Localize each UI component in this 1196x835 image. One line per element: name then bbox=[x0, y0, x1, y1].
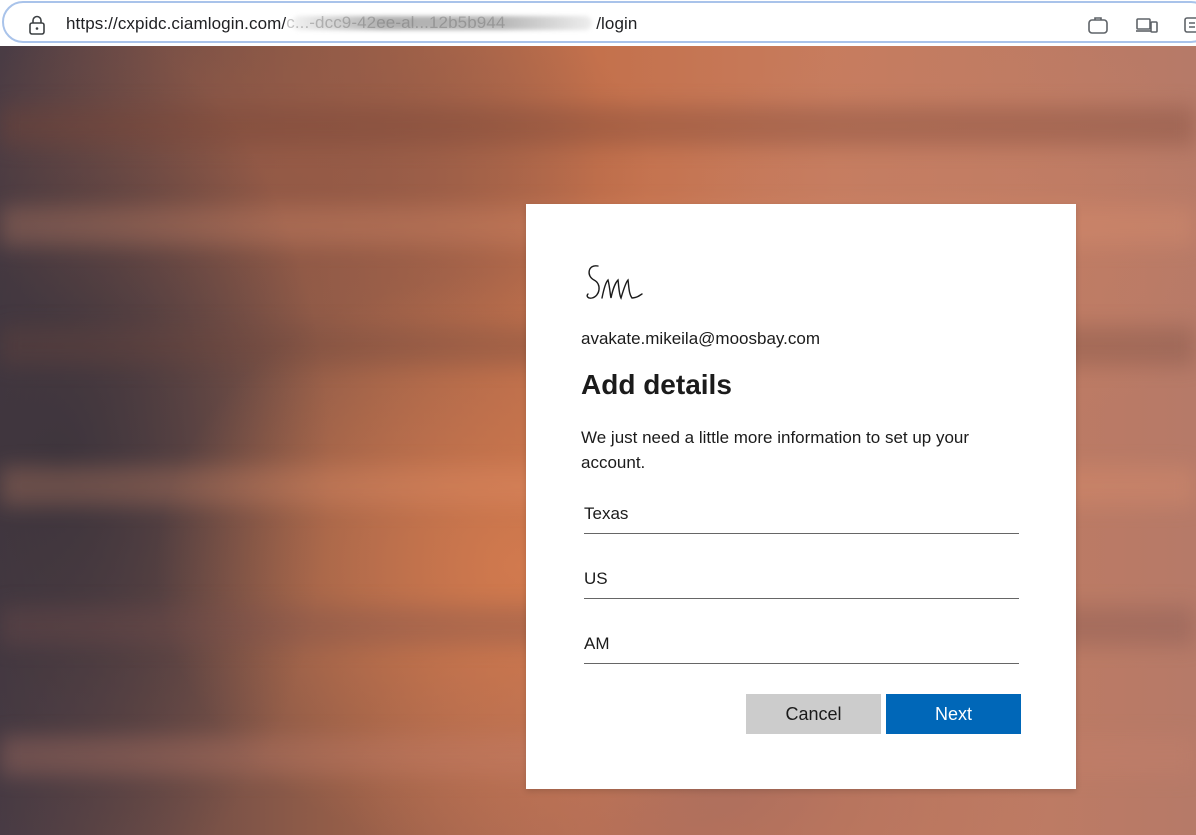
extensions-icon[interactable] bbox=[1184, 15, 1196, 35]
company-logo: Sm bbox=[584, 258, 643, 300]
initials-input[interactable] bbox=[584, 630, 1019, 664]
cancel-button[interactable]: Cancel bbox=[746, 694, 881, 734]
briefcase-icon[interactable] bbox=[1087, 15, 1109, 35]
page-title: Add details bbox=[581, 369, 732, 400]
address-bar[interactable]: https://cxpidc.ciamlogin.com/c...-dcc9-4… bbox=[2, 1, 1196, 43]
country-input[interactable] bbox=[584, 565, 1019, 599]
url-text[interactable]: https://cxpidc.ciamlogin.com/c...-dcc9-4… bbox=[66, 13, 638, 34]
url-redacted: c...-dcc9-42ee-al...12b5b944 bbox=[286, 13, 596, 32]
next-button[interactable]: Next bbox=[886, 694, 1021, 734]
state-input[interactable] bbox=[584, 500, 1019, 534]
url-path: /login bbox=[596, 14, 638, 33]
url-host: cxpidc.ciamlogin.com/ bbox=[117, 14, 287, 33]
add-details-dialog: Sm avakate.mikeila@moosbay.com Add detai… bbox=[526, 204, 1076, 789]
url-prefix: https:// bbox=[66, 14, 118, 33]
lock-icon[interactable] bbox=[28, 15, 46, 35]
url-obscured-text: c...-dcc9-42ee-al...12b5b944 bbox=[286, 13, 506, 32]
description-text: We just need a little more information t… bbox=[581, 428, 970, 472]
logo-text: Sm bbox=[584, 258, 586, 259]
account-email: avakate.mikeila@moosbay.com bbox=[581, 329, 820, 348]
browser-toolbar: https://cxpidc.ciamlogin.com/c...-dcc9-4… bbox=[0, 0, 1196, 46]
devices-icon[interactable] bbox=[1136, 15, 1158, 35]
